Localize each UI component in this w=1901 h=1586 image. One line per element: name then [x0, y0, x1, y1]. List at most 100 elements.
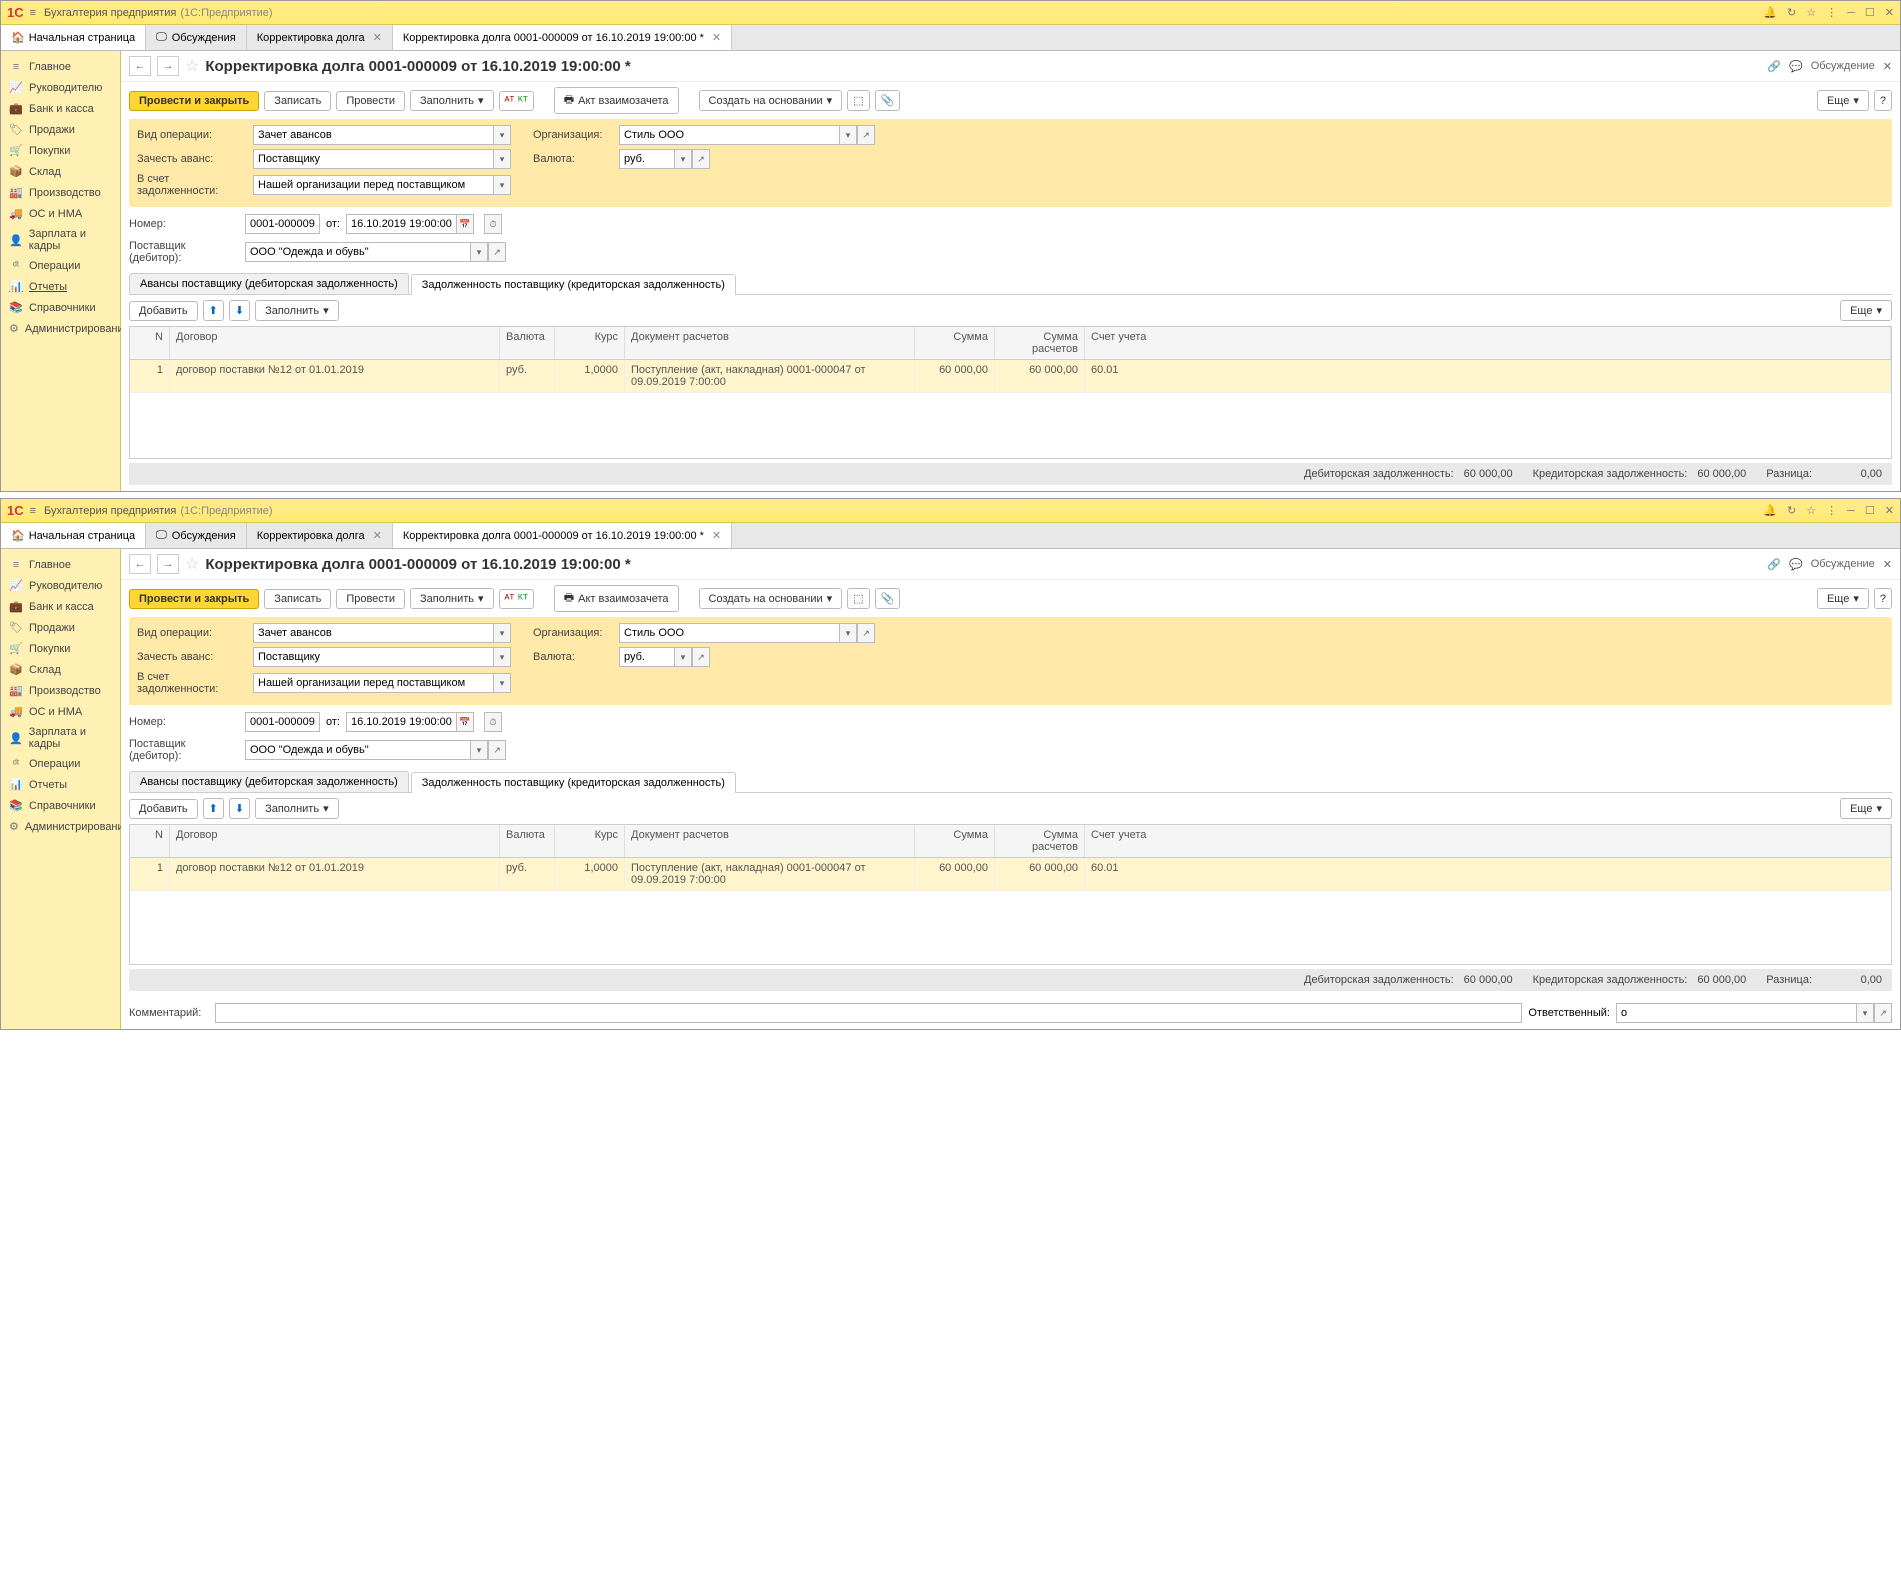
sidebar-item-purchases[interactable]: 🛒Покупки — [1, 140, 120, 161]
col-sum[interactable]: Сумма — [915, 327, 995, 359]
calendar-icon[interactable]: 📅 — [456, 214, 474, 234]
add-row-button[interactable]: Добавить — [129, 799, 198, 819]
date-input[interactable] — [346, 214, 456, 234]
sidebar-item-assets[interactable]: 🚚ОС и НМА — [1, 203, 120, 224]
post-button[interactable]: Провести — [336, 589, 405, 609]
col-currency[interactable]: Валюта — [500, 825, 555, 857]
op-input[interactable] — [253, 623, 493, 643]
col-contract[interactable]: Договор — [170, 327, 500, 359]
sidebar-item-operations[interactable]: ᵈᵗОперации — [1, 256, 120, 276]
col-document[interactable]: Документ расчетов — [625, 825, 915, 857]
close-page-icon[interactable]: ✕ — [1883, 60, 1892, 73]
col-n[interactable]: N — [130, 825, 170, 857]
back-button[interactable]: ← — [129, 554, 151, 574]
debt-input[interactable] — [253, 175, 493, 195]
sidebar-item-bank[interactable]: 💼Банк и касса — [1, 596, 120, 617]
star-icon[interactable]: ☆ — [1806, 504, 1816, 517]
dropdown-icon[interactable]: ▾ — [1856, 1003, 1874, 1023]
dropdown-icon[interactable]: ▾ — [493, 647, 511, 667]
sidebar-item-catalogs[interactable]: 📚Справочники — [1, 795, 120, 816]
favorite-icon[interactable]: ☆ — [185, 554, 199, 574]
adv-input[interactable] — [253, 647, 493, 667]
forward-button[interactable]: → — [157, 56, 179, 76]
post-close-button[interactable]: Провести и закрыть — [129, 589, 259, 609]
dropdown-icon[interactable]: ▾ — [493, 149, 511, 169]
bell-icon[interactable]: 🔔 — [1763, 6, 1777, 19]
sidebar-item-assets[interactable]: 🚚ОС и НМА — [1, 701, 120, 722]
back-button[interactable]: ← — [129, 56, 151, 76]
col-sum-settle[interactable]: Сумма расчетов — [995, 825, 1085, 857]
link-icon[interactable]: 🔗 — [1767, 558, 1781, 571]
doc-tab-debt[interactable]: Задолженность поставщику (кредиторская з… — [411, 772, 736, 793]
structure-button[interactable]: ⬚ — [847, 90, 869, 111]
fill-table-button[interactable]: Заполнить ▾ — [255, 300, 339, 321]
save-button[interactable]: Записать — [264, 589, 331, 609]
calendar-icon[interactable]: 📅 — [456, 712, 474, 732]
supplier-input[interactable] — [245, 242, 470, 262]
sidebar-item-sales[interactable]: 🏷Продажи — [1, 119, 120, 140]
table-row[interactable]: 1 договор поставки №12 от 01.01.2019 руб… — [130, 858, 1891, 891]
table-row[interactable]: 1 договор поставки №12 от 01.01.2019 руб… — [130, 360, 1891, 393]
sidebar-item-manager[interactable]: 📈Руководителю — [1, 77, 120, 98]
open-icon[interactable]: ↗ — [488, 740, 506, 760]
discuss-tab[interactable]: 🖵Обсуждения — [146, 25, 247, 50]
col-currency[interactable]: Валюта — [500, 327, 555, 359]
fill-table-button[interactable]: Заполнить ▾ — [255, 798, 339, 819]
org-input[interactable] — [619, 623, 839, 643]
maximize-icon[interactable]: ☐ — [1865, 6, 1875, 19]
data-grid[interactable]: N Договор Валюта Курс Документ расчетов … — [129, 824, 1892, 965]
sidebar-item-hr[interactable]: 👤Зарплата и кадры — [1, 224, 120, 256]
move-up-button[interactable]: ⬆ — [203, 798, 224, 819]
doc-tab-advances[interactable]: Авансы поставщику (дебиторская задолженн… — [129, 771, 409, 792]
create-based-button[interactable]: Создать на основании ▾ — [699, 90, 843, 111]
dropdown-icon[interactable]: ▾ — [674, 647, 692, 667]
print-button[interactable]: 🖶 Акт взаимозачета — [554, 87, 679, 114]
dropdown-icon[interactable]: ▾ — [839, 623, 857, 643]
col-document[interactable]: Документ расчетов — [625, 327, 915, 359]
close-page-icon[interactable]: ✕ — [1883, 558, 1892, 571]
doc-tab-debt[interactable]: Задолженность поставщику (кредиторская з… — [411, 274, 736, 295]
dropdown-icon[interactable]: ▾ — [674, 149, 692, 169]
close-icon[interactable]: ✕ — [1885, 6, 1894, 19]
org-input[interactable] — [619, 125, 839, 145]
menu-icon[interactable]: ≡ — [30, 505, 36, 517]
link-icon[interactable]: 🔗 — [1767, 60, 1781, 73]
sidebar-item-reports[interactable]: 📊Отчеты — [1, 276, 120, 297]
open-icon[interactable]: ↗ — [1874, 1003, 1892, 1023]
sidebar-item-admin[interactable]: ⚙Администрирование — [1, 816, 120, 837]
schedule-icon[interactable]: ⏱ — [484, 712, 502, 732]
forward-button[interactable]: → — [157, 554, 179, 574]
open-icon[interactable]: ↗ — [692, 149, 710, 169]
num-input[interactable] — [245, 712, 320, 732]
settings-icon[interactable]: ⋮ — [1826, 504, 1837, 517]
doc-tab-advances[interactable]: Авансы поставщику (дебиторская задолженн… — [129, 273, 409, 294]
open-icon[interactable]: ↗ — [488, 242, 506, 262]
settings-icon[interactable]: ⋮ — [1826, 6, 1837, 19]
discuss-label[interactable]: Обсуждение — [1811, 558, 1875, 570]
dropdown-icon[interactable]: ▾ — [493, 623, 511, 643]
cur-input[interactable] — [619, 647, 674, 667]
home-tab[interactable]: 🏠Начальная страница — [1, 523, 146, 548]
col-rate[interactable]: Курс — [555, 327, 625, 359]
more-button[interactable]: Еще ▾ — [1817, 90, 1869, 111]
discuss-icon[interactable]: 💬 — [1789, 60, 1803, 73]
fill-button[interactable]: Заполнить ▾ — [410, 588, 494, 609]
post-button[interactable]: Провести — [336, 91, 405, 111]
dt-kt-button[interactable]: ᴬᵀᴷᵀ — [499, 91, 534, 111]
post-close-button[interactable]: Провести и закрыть — [129, 91, 259, 111]
tab-1[interactable]: Корректировка долга✕ — [247, 523, 393, 548]
col-n[interactable]: N — [130, 327, 170, 359]
sidebar-item-admin[interactable]: ⚙Администрирование — [1, 318, 120, 339]
attach-button[interactable]: 📎 — [875, 588, 901, 609]
data-grid[interactable]: N Договор Валюта Курс Документ расчетов … — [129, 326, 1892, 459]
favorite-icon[interactable]: ☆ — [185, 56, 199, 76]
minimize-icon[interactable]: ─ — [1847, 505, 1855, 517]
fill-button[interactable]: Заполнить ▾ — [410, 90, 494, 111]
num-input[interactable] — [245, 214, 320, 234]
dropdown-icon[interactable]: ▾ — [493, 673, 511, 693]
tab-2[interactable]: Корректировка долга 0001-000009 от 16.10… — [393, 25, 732, 50]
open-icon[interactable]: ↗ — [692, 647, 710, 667]
op-input[interactable] — [253, 125, 493, 145]
discuss-icon[interactable]: 💬 — [1789, 558, 1803, 571]
create-based-button[interactable]: Создать на основании ▾ — [699, 588, 843, 609]
